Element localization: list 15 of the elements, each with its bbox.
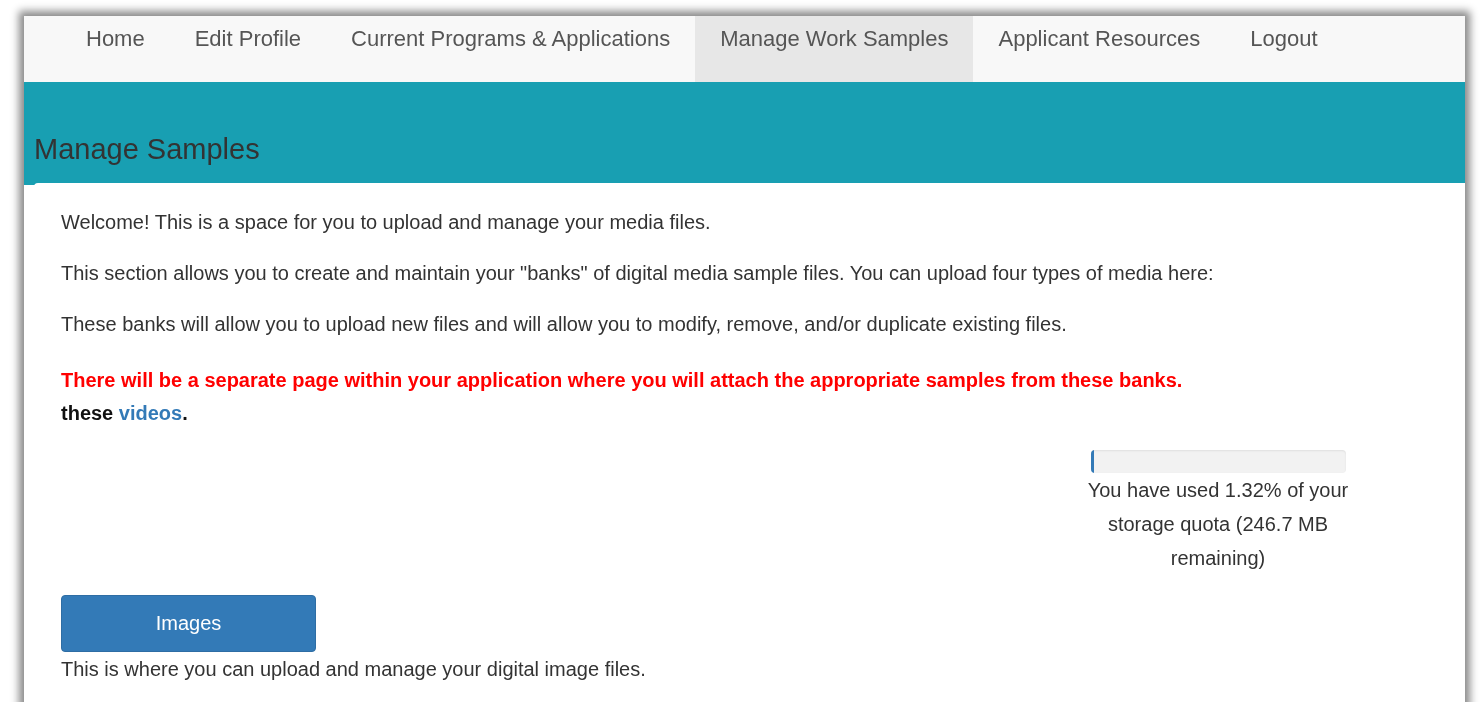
nav-link[interactable]: Edit Profile — [169, 16, 327, 82]
nav-link[interactable]: Applicant Resources — [973, 16, 1226, 82]
intro-text: This section allows you to create and maintain your "banks" of digital media sample files. You can upload four types of media here: — [61, 262, 1215, 285]
storage-quota-text: You have used 1.32% of your storage quota (246.7 MB remaining) — [1086, 478, 1350, 571]
videos-link[interactable]: videos — [118, 402, 183, 424]
notice-text: There will be a separate page within your application where you will attach the appropriate samples from these banks. these videos. — [61, 368, 1184, 426]
intro-text: These banks will allow you to upload new files and will allow you to modify, remove, and/or duplicate existing files. — [61, 313, 1068, 336]
nav-link[interactable]: Manage Work Samples — [695, 16, 974, 82]
images-button[interactable]: Images — [61, 595, 316, 652]
nav-link[interactable]: Logout — [1225, 16, 1343, 82]
nav-link[interactable]: Current Programs & Applications — [326, 16, 696, 82]
section-description: This is where you can upload and manage your digital image files. — [61, 657, 647, 682]
nav-link[interactable]: Home — [61, 16, 170, 82]
intro-text: Welcome! This is a space for you to upload and manage your media files. — [61, 211, 712, 234]
page-title: Manage Samples — [34, 132, 261, 166]
